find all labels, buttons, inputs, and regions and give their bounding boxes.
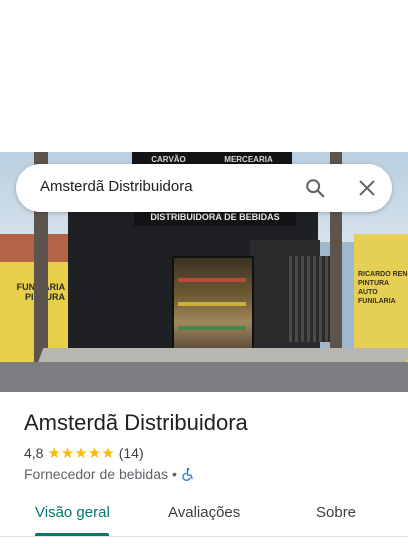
search-bar[interactable]: Amsterdã Distribuidora: [16, 164, 392, 212]
star-icons: ★★★★★: [47, 445, 115, 462]
shop-gate: [286, 256, 330, 342]
right-sign-line: RICARDO REN: [358, 271, 408, 278]
banner-left-text: CARVÃO: [151, 154, 186, 164]
wheelchair-icon: [182, 468, 193, 481]
banner-right-text: MERCEARIA: [224, 154, 273, 164]
tab-reviews[interactable]: Avaliações: [168, 504, 240, 521]
place-category: Fornecedor de bebidas: [24, 466, 168, 482]
right-building-sign: RICARDO REN PINTURA AUTO FUNILARIA: [358, 270, 408, 306]
right-sign-line: PINTURA AUTO: [358, 280, 389, 296]
rating-value: 4,8: [24, 445, 44, 461]
review-count[interactable]: (14): [119, 445, 144, 461]
search-icon[interactable]: [304, 177, 326, 199]
tabs-divider: [0, 536, 408, 537]
shelf: [178, 302, 246, 306]
shelf: [178, 278, 246, 282]
shop-window: [172, 256, 254, 352]
right-sign-line: FUNILARIA: [358, 298, 396, 305]
close-icon[interactable]: [356, 177, 378, 199]
shelf: [178, 326, 246, 330]
tab-overview[interactable]: Visão geral: [35, 504, 110, 521]
place-title: Amsterdã Distribuidora: [24, 410, 248, 435]
place-tabs: Visão geral Avaliações Sobre: [0, 500, 408, 540]
tab-about[interactable]: Sobre: [316, 504, 356, 521]
category-row: Fornecedor de bebidas •: [24, 465, 195, 483]
top-blank-area: [0, 0, 408, 152]
rating-row[interactable]: 4,8 ★★★★★ (14): [24, 444, 144, 462]
separator-dot: •: [172, 466, 177, 482]
street: [0, 362, 408, 392]
search-input[interactable]: Amsterdã Distribuidora: [40, 178, 193, 195]
